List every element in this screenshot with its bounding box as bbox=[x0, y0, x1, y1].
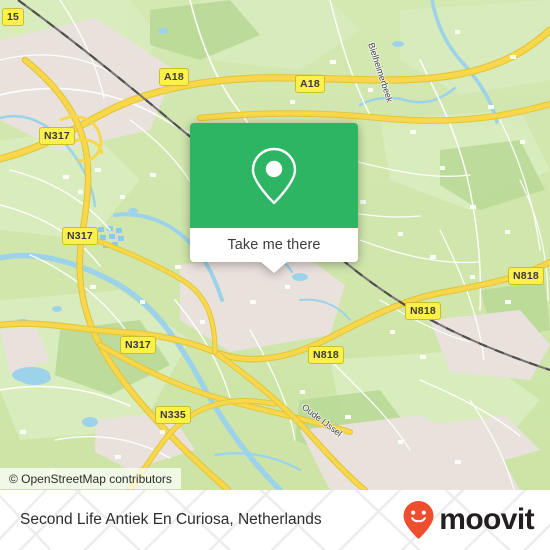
road-shield[interactable]: N317 bbox=[62, 227, 98, 245]
footer-bar: Second Life Antiek En Curiosa, Netherlan… bbox=[0, 490, 550, 550]
screenshot-root: 15 A18 A18 N317 N317 N317 N335 N818 N818… bbox=[0, 0, 550, 550]
map-attribution: © OpenStreetMap contributors bbox=[0, 468, 181, 489]
road-shield[interactable]: N335 bbox=[155, 406, 191, 424]
road-shield[interactable]: A18 bbox=[295, 75, 325, 93]
road-shield[interactable]: A18 bbox=[159, 68, 189, 86]
location-popup-card[interactable]: Take me there bbox=[190, 123, 358, 273]
take-me-there-button[interactable]: Take me there bbox=[227, 237, 320, 253]
place-title: Second Life Antiek En Curiosa, Netherlan… bbox=[20, 511, 322, 528]
map-pin-icon bbox=[251, 147, 297, 204]
popup-footer[interactable]: Take me there bbox=[190, 228, 358, 273]
road-shield[interactable]: N818 bbox=[308, 346, 344, 364]
map-canvas[interactable]: 15 A18 A18 N317 N317 N317 N335 N818 N818… bbox=[0, 0, 550, 490]
road-shield[interactable]: N317 bbox=[39, 127, 75, 145]
popup-tail-pointer bbox=[261, 262, 287, 273]
road-shield[interactable]: 15 bbox=[2, 8, 25, 26]
moovit-smiley-pin-icon bbox=[403, 501, 434, 539]
moovit-brand[interactable]: moovit bbox=[402, 490, 535, 550]
attribution-text: © OpenStreetMap contributors bbox=[9, 471, 172, 486]
moovit-wordmark: moovit bbox=[439, 503, 534, 536]
road-shield[interactable]: N317 bbox=[120, 336, 156, 354]
road-shield[interactable]: N818 bbox=[405, 302, 441, 320]
popup-header bbox=[190, 123, 358, 228]
road-shield[interactable]: N818 bbox=[508, 267, 544, 285]
